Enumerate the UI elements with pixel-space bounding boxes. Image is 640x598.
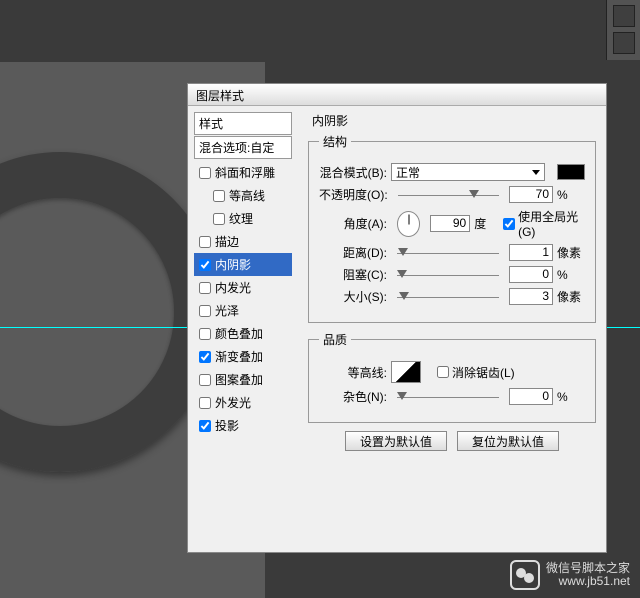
style-item-drop-shadow[interactable]: 投影: [194, 414, 292, 437]
right-toolbar: [606, 0, 640, 60]
reset-default-button[interactable]: 复位为默认值: [457, 431, 559, 451]
size-input[interactable]: 3: [509, 288, 553, 305]
style-checkbox[interactable]: [199, 236, 211, 248]
panel-title: 内阴影: [312, 112, 596, 129]
blend-mode-label: 混合模式(B):: [319, 164, 387, 181]
style-checkbox[interactable]: [199, 420, 211, 432]
angle-unit: 度: [474, 215, 499, 232]
style-item-stroke[interactable]: 描边: [194, 230, 292, 253]
style-checkbox[interactable]: [199, 351, 211, 363]
structure-group: 结构 混合模式(B): 正常 不透明度(O): 70 % 角度(A): 90 度: [308, 133, 596, 323]
opacity-slider[interactable]: [398, 188, 499, 202]
style-item-label: 斜面和浮雕: [215, 164, 275, 181]
watermark-line2: www.jb51.net: [546, 575, 630, 588]
opacity-input[interactable]: 70: [509, 186, 553, 203]
style-checkbox[interactable]: [199, 167, 211, 179]
style-item-label: 内发光: [215, 279, 251, 296]
choke-label: 阻塞(C):: [319, 266, 387, 283]
color-swatch[interactable]: [557, 164, 585, 180]
style-item-inner-glow[interactable]: 内发光: [194, 276, 292, 299]
wechat-icon: [510, 560, 540, 590]
style-item-label: 光泽: [215, 302, 239, 319]
style-item-pattern-overlay[interactable]: 图案叠加: [194, 368, 292, 391]
style-item-texture[interactable]: 纹理: [194, 207, 292, 230]
style-item-satin[interactable]: 光泽: [194, 299, 292, 322]
style-item-outer-glow[interactable]: 外发光: [194, 391, 292, 414]
style-item-label: 等高线: [229, 187, 265, 204]
style-item-label: 外发光: [215, 394, 251, 411]
style-checkbox[interactable]: [213, 213, 225, 225]
styles-header[interactable]: 样式: [194, 112, 292, 135]
antialias-checkbox[interactable]: 消除锯齿(L): [437, 364, 515, 381]
style-item-label: 渐变叠加: [215, 348, 263, 365]
angle-input[interactable]: 90: [430, 215, 470, 232]
distance-slider[interactable]: [397, 246, 499, 260]
structure-legend: 结构: [319, 133, 351, 150]
size-label: 大小(S):: [319, 288, 387, 305]
layer-style-dialog: 图层样式 样式 混合选项:自定 斜面和浮雕等高线纹理描边内阴影内发光光泽颜色叠加…: [187, 83, 607, 553]
style-item-label: 投影: [215, 417, 239, 434]
contour-label: 等高线:: [319, 364, 387, 381]
style-item-label: 内阴影: [215, 256, 251, 273]
styles-list: 样式 混合选项:自定 斜面和浮雕等高线纹理描边内阴影内发光光泽颜色叠加渐变叠加图…: [188, 106, 298, 552]
choke-unit: %: [557, 268, 585, 282]
noise-label: 杂色(N):: [319, 388, 387, 405]
tool-icon[interactable]: [613, 32, 635, 54]
style-item-gradient-overlay[interactable]: 渐变叠加: [194, 345, 292, 368]
watermark: 微信号脚本之家 www.jb51.net: [510, 560, 630, 590]
size-unit: 像素: [557, 288, 585, 305]
style-item-label: 纹理: [229, 210, 253, 227]
style-item-label: 描边: [215, 233, 239, 250]
global-light-checkbox[interactable]: 使用全局光(G): [503, 208, 585, 239]
size-slider[interactable]: [397, 290, 499, 304]
distance-label: 距离(D):: [319, 244, 387, 261]
quality-legend: 品质: [319, 331, 351, 348]
style-item-contour[interactable]: 等高线: [194, 184, 292, 207]
chevron-down-icon: [532, 170, 540, 175]
style-checkbox[interactable]: [199, 397, 211, 409]
style-checkbox[interactable]: [199, 305, 211, 317]
style-item-label: 颜色叠加: [215, 325, 263, 342]
style-checkbox[interactable]: [199, 282, 211, 294]
angle-label: 角度(A):: [319, 215, 387, 232]
opacity-unit: %: [557, 188, 585, 202]
choke-input[interactable]: 0: [509, 266, 553, 283]
style-checkbox[interactable]: [213, 190, 225, 202]
quality-group: 品质 等高线: 消除锯齿(L) 杂色(N): 0 %: [308, 331, 596, 423]
style-checkbox[interactable]: [199, 328, 211, 340]
opacity-label: 不透明度(O):: [319, 186, 388, 203]
choke-slider[interactable]: [397, 268, 499, 282]
distance-unit: 像素: [557, 244, 585, 261]
dialog-titlebar[interactable]: 图层样式: [188, 84, 606, 106]
distance-input[interactable]: 1: [509, 244, 553, 261]
style-item-color-overlay[interactable]: 颜色叠加: [194, 322, 292, 345]
noise-unit: %: [557, 390, 585, 404]
contour-picker[interactable]: [391, 361, 421, 383]
blend-mode-select[interactable]: 正常: [391, 163, 545, 181]
style-item-inner-shadow[interactable]: 内阴影: [194, 253, 292, 276]
style-checkbox[interactable]: [199, 259, 211, 271]
settings-panel: 内阴影 结构 混合模式(B): 正常 不透明度(O): 70 % 角度(A):: [298, 106, 606, 552]
blending-options-item[interactable]: 混合选项:自定: [194, 136, 292, 159]
style-checkbox[interactable]: [199, 374, 211, 386]
noise-input[interactable]: 0: [509, 388, 553, 405]
style-item-bevel[interactable]: 斜面和浮雕: [194, 161, 292, 184]
style-item-label: 图案叠加: [215, 371, 263, 388]
angle-dial[interactable]: [397, 211, 420, 237]
make-default-button[interactable]: 设置为默认值: [345, 431, 447, 451]
tool-icon[interactable]: [613, 5, 635, 27]
noise-slider[interactable]: [397, 390, 499, 404]
